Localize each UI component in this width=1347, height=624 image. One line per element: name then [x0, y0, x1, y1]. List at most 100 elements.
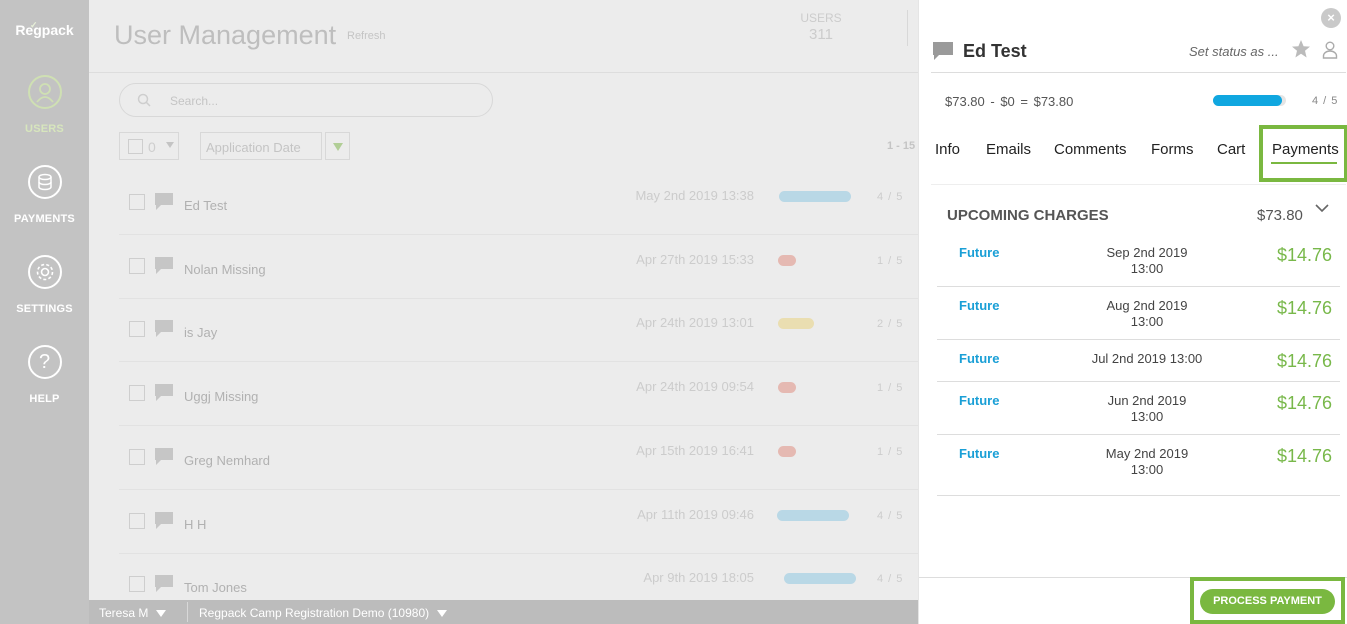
charge-date: Aug 2nd 2019 13:00	[1106, 298, 1188, 329]
tab-cart[interactable]: Cart	[1217, 141, 1245, 158]
caret-down-icon	[156, 610, 167, 618]
charge-type-link[interactable]: Future	[959, 446, 999, 461]
set-status-link[interactable]: Set status as ...	[1189, 44, 1279, 59]
progress-fraction: 4 / 5	[877, 573, 904, 586]
row-checkbox[interactable]	[129, 512, 145, 529]
row-checkbox[interactable]	[129, 194, 145, 210]
sidebar-item-help[interactable]: ? HELP	[0, 345, 89, 405]
tab-info[interactable]: Info	[935, 141, 960, 158]
row-checkbox[interactable]	[129, 448, 145, 465]
comment-icon[interactable]	[154, 256, 174, 276]
process-payment-button[interactable]: PROCESS PAYMENT	[1200, 589, 1335, 614]
charge-row: Future Jul 2nd 2019 13:00 $14.76	[937, 341, 1340, 382]
application-date: Apr 24th 2019 09:54	[636, 379, 754, 395]
user-name[interactable]: Uggj Missing	[184, 389, 258, 404]
chevron-down-icon[interactable]	[1315, 203, 1329, 213]
sidebar-item-settings[interactable]: SETTINGS	[0, 255, 89, 315]
row-checkbox[interactable]	[129, 576, 145, 593]
row-checkbox[interactable]	[129, 385, 145, 402]
users-count: USERS 311	[800, 11, 842, 43]
question-icon: ?	[27, 345, 62, 379]
status-bar	[777, 509, 849, 521]
search-input[interactable]	[170, 91, 470, 111]
select-all-checkbox[interactable]	[128, 139, 143, 154]
current-user-menu[interactable]: Teresa M	[89, 600, 176, 624]
status-bar	[778, 382, 796, 394]
row-checkbox[interactable]	[129, 257, 145, 274]
status-bar	[778, 445, 796, 457]
payments-tab-highlight	[1259, 125, 1347, 182]
user-name[interactable]: H H	[184, 517, 206, 532]
comment-icon[interactable]	[932, 41, 954, 61]
table-row[interactable]: H H Apr 11th 2019 09:46 4 / 5	[119, 491, 918, 554]
user-name[interactable]: Ed Test	[184, 198, 227, 213]
sort-direction-button[interactable]	[325, 132, 350, 160]
page-title: User Management	[114, 20, 337, 50]
status-bar	[778, 254, 796, 266]
charge-type-link[interactable]: Future	[959, 393, 999, 408]
sidebar-item-payments[interactable]: PAYMENTS	[0, 165, 89, 225]
application-date: Apr 11th 2019 09:46	[637, 506, 754, 522]
table-row[interactable]: Nolan Missing Apr 27th 2019 15:33 1 / 5	[119, 236, 918, 299]
user-profile-icon[interactable]	[1322, 41, 1338, 59]
row-checkbox[interactable]	[129, 321, 145, 338]
tab-forms[interactable]: Forms	[1151, 141, 1194, 158]
user-name[interactable]: Nolan Missing	[184, 262, 266, 277]
search-icon	[137, 93, 151, 107]
charge-row: Future May 2nd 2019 13:00 $14.76	[937, 436, 1340, 496]
comment-icon[interactable]	[154, 319, 174, 339]
regpack-logo[interactable]: ✓ Regpack	[0, 20, 89, 38]
tab-emails[interactable]: Emails	[986, 141, 1031, 158]
header-divider	[907, 10, 908, 46]
sort-field-select[interactable]: Application Date	[200, 132, 322, 160]
table-row[interactable]: Ed Test May 2nd 2019 13:38 4 / 5	[119, 172, 918, 235]
table-row[interactable]: Greg Nemhard Apr 15th 2019 16:41 1 / 5	[119, 427, 918, 490]
user-detail-panel: × Ed Test Set status as ... $73.80 - $0 …	[918, 0, 1347, 624]
progress-fraction: 4 / 5	[877, 509, 904, 522]
comment-icon[interactable]	[154, 574, 174, 594]
footer-divider	[187, 602, 188, 622]
selected-count: 0	[148, 139, 156, 155]
application-date: Apr 24th 2019 13:01	[636, 315, 754, 331]
charge-type-link[interactable]: Future	[959, 298, 999, 313]
user-icon	[27, 75, 62, 109]
user-name[interactable]: is Jay	[184, 325, 217, 340]
application-date: Apr 15th 2019 16:41	[636, 442, 754, 458]
table-row[interactable]: is Jay Apr 24th 2019 13:01 2 / 5	[119, 299, 918, 363]
progress-fraction: 4 / 5	[877, 191, 904, 203]
close-panel-button[interactable]: ×	[1321, 8, 1341, 28]
comment-icon[interactable]	[154, 511, 174, 531]
comment-icon[interactable]	[154, 383, 174, 403]
charge-row: Future Sep 2nd 2019 13:00 $14.76	[937, 235, 1340, 287]
charge-amount: $14.76	[1276, 298, 1332, 318]
charge-date: Sep 2nd 2019 13:00	[1106, 245, 1188, 276]
bulk-select-dropdown[interactable]: 0	[119, 132, 179, 160]
star-icon[interactable]	[1291, 39, 1311, 59]
chevron-down-icon	[166, 142, 174, 148]
charge-date: Jul 2nd 2019 13:00	[1091, 351, 1203, 366]
refresh-link[interactable]: Refresh	[347, 30, 386, 42]
comment-icon[interactable]	[154, 447, 174, 467]
registration-progress-bar	[1213, 95, 1286, 106]
charge-amount: $14.76	[1276, 393, 1332, 413]
application-date: Apr 27th 2019 15:33	[636, 251, 754, 267]
charge-type-link[interactable]: Future	[959, 351, 999, 366]
progress-fraction: 1 / 5	[877, 445, 904, 458]
user-name[interactable]: Tom Jones	[184, 580, 247, 595]
progress-fill	[1213, 95, 1283, 106]
comment-icon[interactable]	[154, 192, 174, 212]
charge-amount: $14.76	[1276, 351, 1332, 371]
search-box	[119, 83, 493, 117]
application-date: Apr 9th 2019 18:05	[643, 570, 754, 586]
header-separator	[89, 72, 918, 73]
tab-comments[interactable]: Comments	[1054, 141, 1127, 158]
check-icon: ✓	[30, 20, 38, 30]
upcoming-charges-title: UPCOMING CHARGES	[947, 207, 1109, 224]
sidebar-item-users[interactable]: USERS	[0, 75, 89, 135]
table-row[interactable]: Uggj Missing Apr 24th 2019 09:54 1 / 5	[119, 363, 918, 427]
user-name[interactable]: Greg Nemhard	[184, 453, 270, 468]
charge-type-link[interactable]: Future	[959, 245, 999, 260]
organization-menu[interactable]: Regpack Camp Registration Demo (10980)	[189, 600, 457, 624]
footer-bar: Teresa M Regpack Camp Registration Demo …	[89, 600, 918, 624]
gear-icon	[27, 255, 62, 289]
